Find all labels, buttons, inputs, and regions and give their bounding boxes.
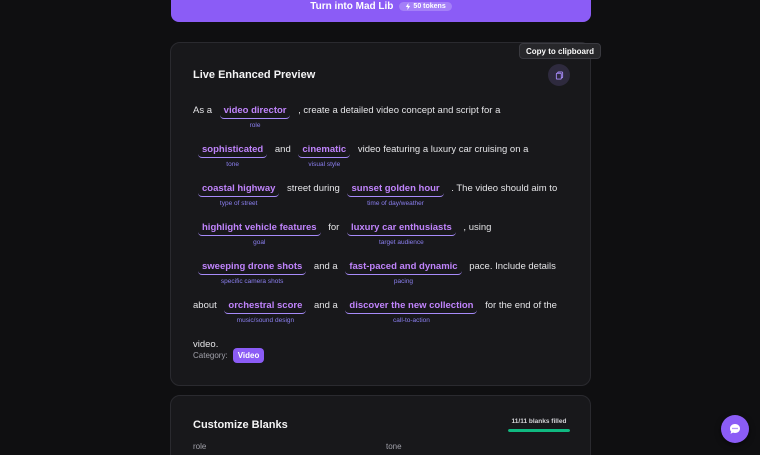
token-cost-badge: 50 tokens [399, 1, 452, 11]
customize-blanks-card: Customize Blanks 11/11 blanks filled rol… [170, 395, 591, 455]
blank-specific-camera-shots[interactable]: sweeping drone shots specific camera shot… [198, 260, 307, 285]
blank-type-of-street[interactable]: coastal highway type of street [198, 182, 280, 207]
blank-hint: music/sound design [236, 317, 295, 324]
blanks-filled-text: 11/11 blanks filled [511, 418, 567, 425]
blank-target-audience[interactable]: luxury car enthusiasts target audience [346, 221, 456, 246]
blank-value: sweeping drone shots [202, 261, 303, 272]
blank-tone[interactable]: sophisticated tone [198, 143, 268, 168]
blank-hint: goal [253, 239, 266, 246]
blank-value: orchestral score [228, 300, 303, 311]
live-enhanced-preview-card: Live Enhanced Preview As a video directo… [170, 42, 591, 386]
blank-value: cinematic [302, 144, 347, 155]
blank-value: luxury car enthusiasts [350, 222, 452, 233]
preview-text-fragment: . The video should aim to [448, 183, 558, 194]
blank-hint: call-to-action [393, 317, 430, 324]
blank-music-sound-design[interactable]: orchestral score music/sound design [224, 299, 307, 324]
chat-button[interactable] [721, 415, 749, 443]
madlib-preview-text: As a video director role , create a detai… [193, 91, 573, 364]
blank-value: coastal highway [202, 183, 276, 194]
copy-icon [555, 70, 563, 80]
preview-text-fragment: video featuring a luxury car cruising on… [355, 144, 529, 155]
copy-button[interactable] [548, 64, 570, 86]
blank-hint: visual style [308, 161, 341, 168]
preview-text-fragment: for [325, 222, 342, 233]
category-row: Category: Video [193, 348, 265, 363]
preview-text-fragment: and a [311, 300, 341, 311]
blank-hint: specific camera shots [220, 278, 284, 285]
blank-goal[interactable]: highlight vehicle features goal [198, 221, 321, 246]
turn-into-mad-lib-label: Turn into Mad Lib [310, 0, 394, 12]
category-label: Category: [193, 351, 228, 360]
blank-hint: tone [226, 161, 239, 168]
blank-value: discover the new collection [349, 300, 474, 311]
blank-hint: time of day/weather [367, 200, 424, 207]
blank-hint: pacing [393, 278, 414, 285]
preview-title: Live Enhanced Preview [193, 69, 316, 81]
preview-text-fragment: street during [284, 183, 343, 194]
blanks-progress-bar [508, 429, 570, 432]
preview-text-fragment: , using [460, 222, 492, 233]
blank-time-of-day-weather[interactable]: sunset golden hour time of day/weather [347, 182, 444, 207]
preview-text-fragment: As a [193, 105, 215, 116]
lightning-icon [406, 2, 411, 10]
token-cost-label: 50 tokens [413, 2, 446, 10]
blank-visual-style[interactable]: cinematic visual style [298, 143, 351, 168]
blank-hint: role [249, 122, 261, 129]
chat-icon [730, 424, 740, 434]
field-label-tone: tone [386, 442, 402, 451]
customize-blanks-title: Customize Blanks [193, 419, 288, 431]
turn-into-mad-lib-button[interactable]: Turn into Mad Lib 50 tokens [171, 0, 591, 22]
blanks-filled-indicator: 11/11 blanks filled [508, 418, 570, 432]
blank-value: sunset golden hour [351, 183, 440, 194]
category-badge: Video [232, 348, 265, 363]
blank-hint: type of street [219, 200, 258, 207]
blank-pacing[interactable]: fast-paced and dynamic pacing [345, 260, 462, 285]
blank-value: fast-paced and dynamic [349, 261, 458, 272]
blank-value: sophisticated [202, 144, 264, 155]
field-label-role: role [193, 442, 207, 451]
preview-text-fragment: and a [311, 261, 341, 272]
copy-tooltip: Copy to clipboard [519, 43, 601, 59]
preview-text-fragment: , create a detailed video concept and sc… [295, 105, 501, 116]
blank-value: video director [223, 105, 287, 116]
blanks-progress-fill [508, 429, 570, 432]
blank-call-to-action[interactable]: discover the new collection call-to-actio… [345, 299, 478, 324]
blank-value: highlight vehicle features [202, 222, 317, 233]
blank-hint: target audience [378, 239, 424, 246]
blank-role[interactable]: video director role [219, 104, 291, 129]
preview-text-fragment: and [272, 144, 294, 155]
